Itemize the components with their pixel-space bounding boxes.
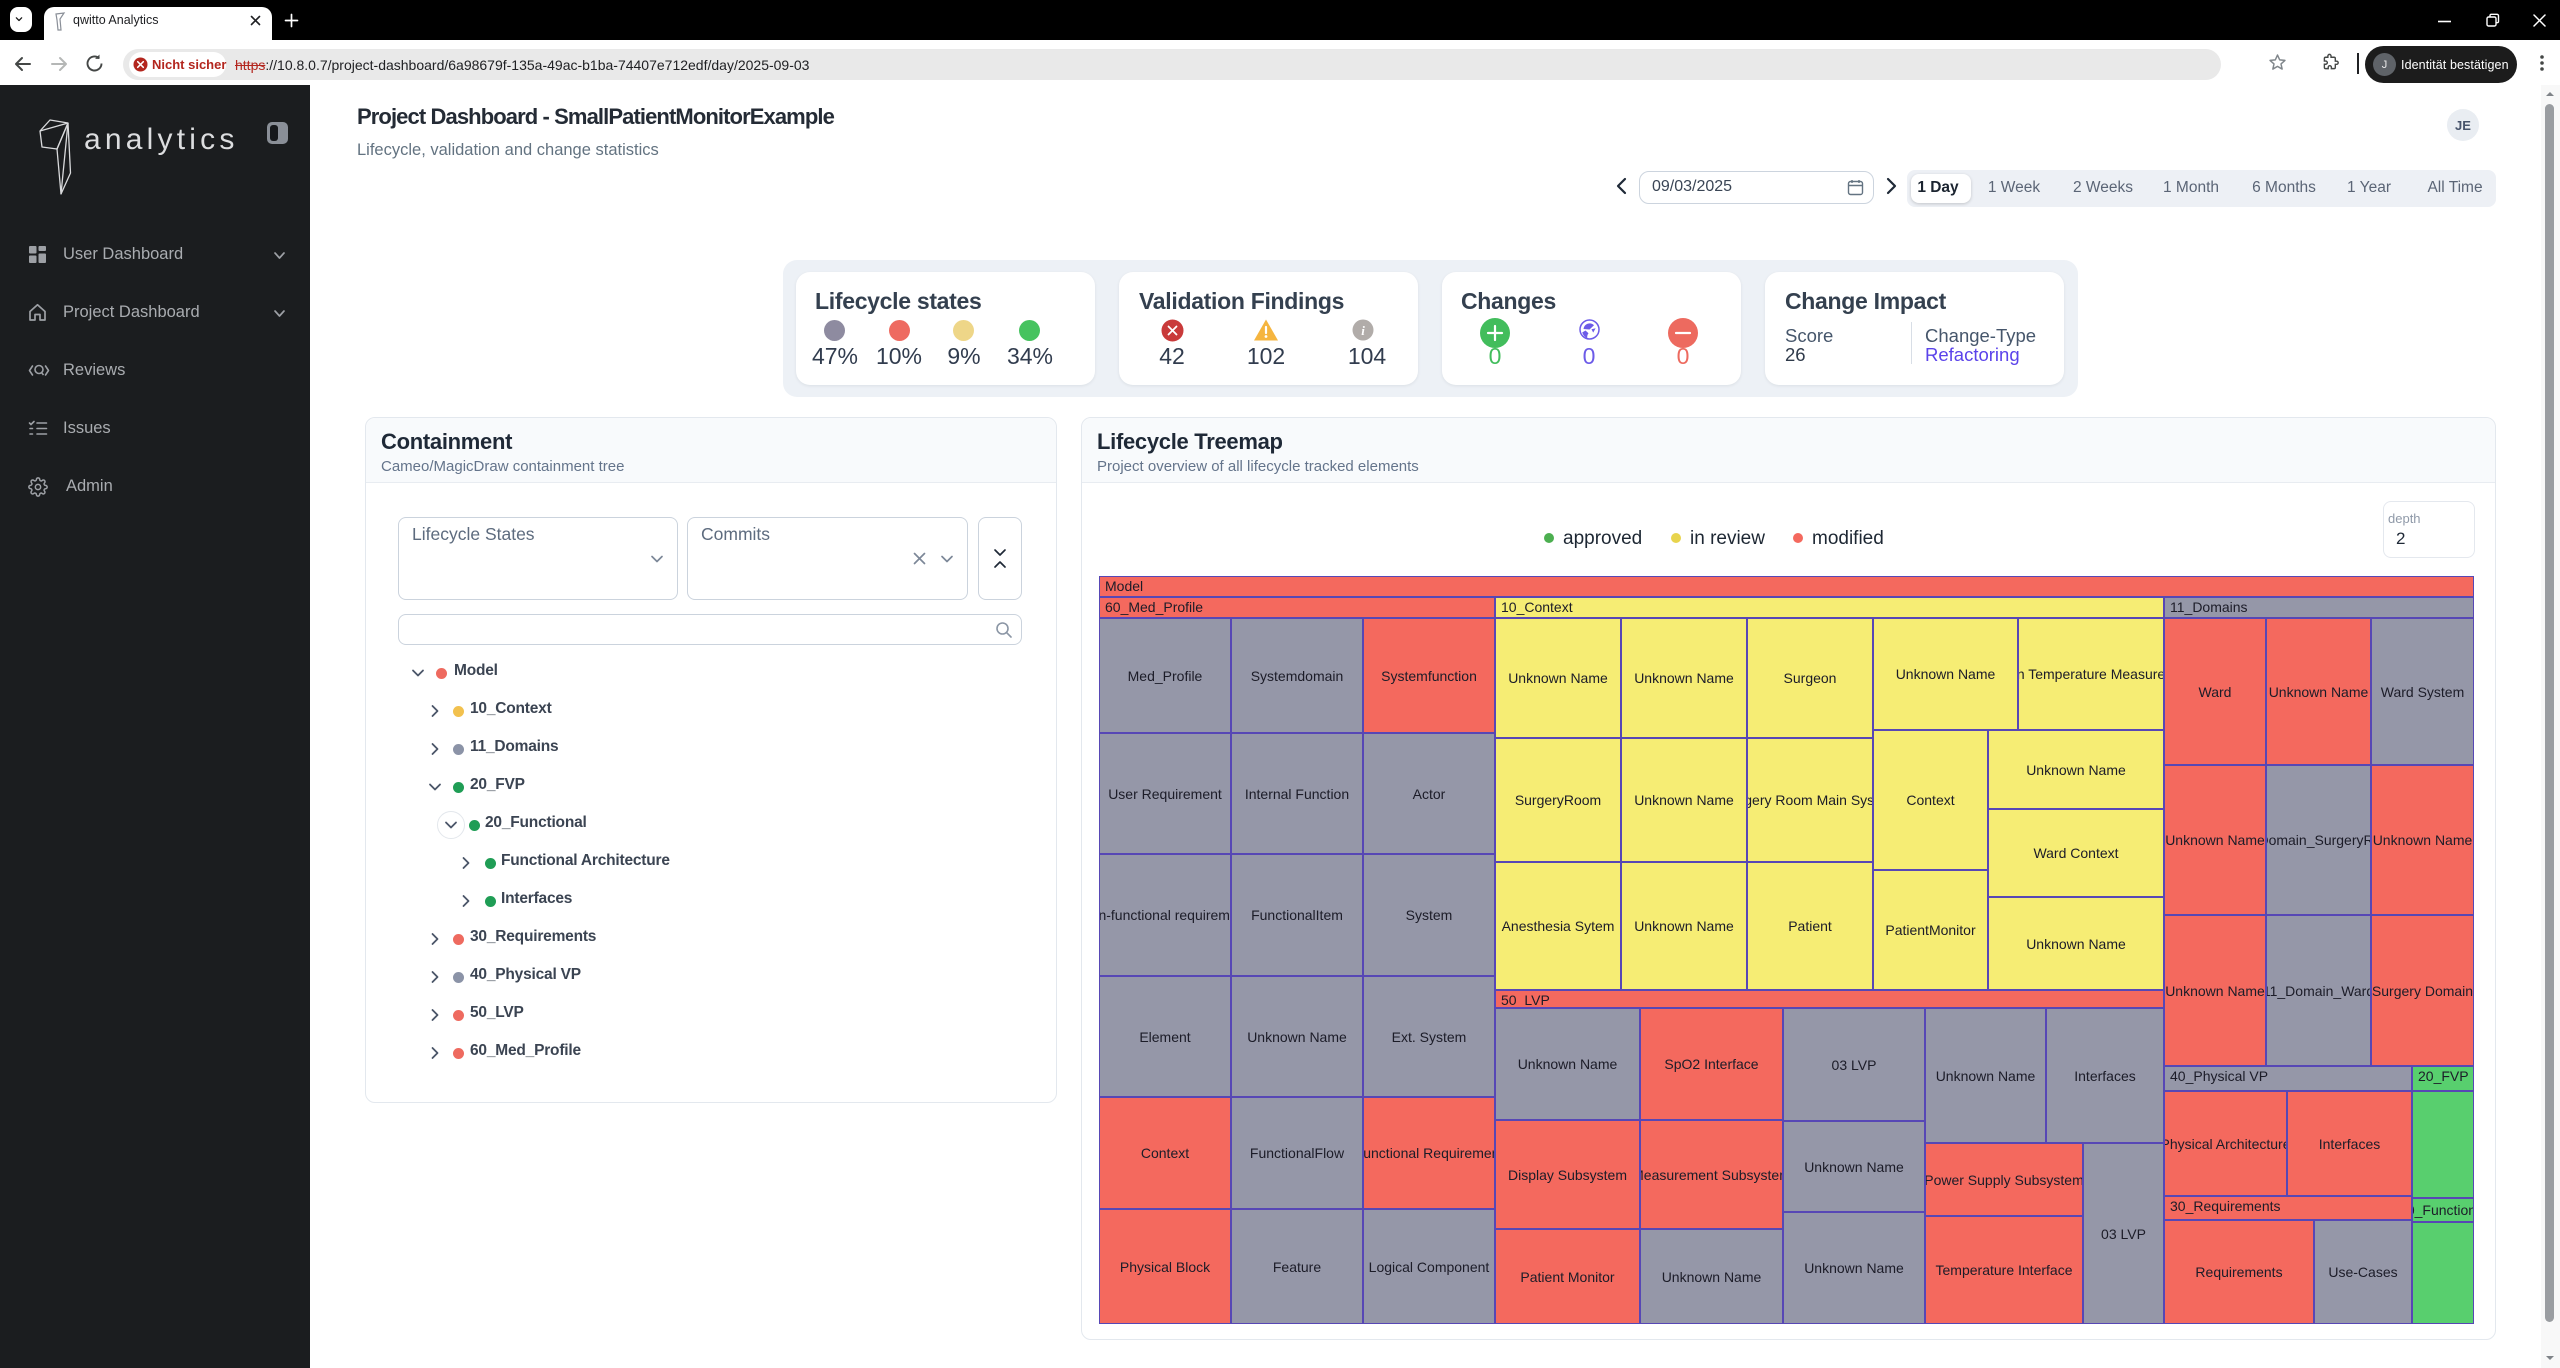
svg-text:i: i bbox=[1361, 323, 1365, 338]
